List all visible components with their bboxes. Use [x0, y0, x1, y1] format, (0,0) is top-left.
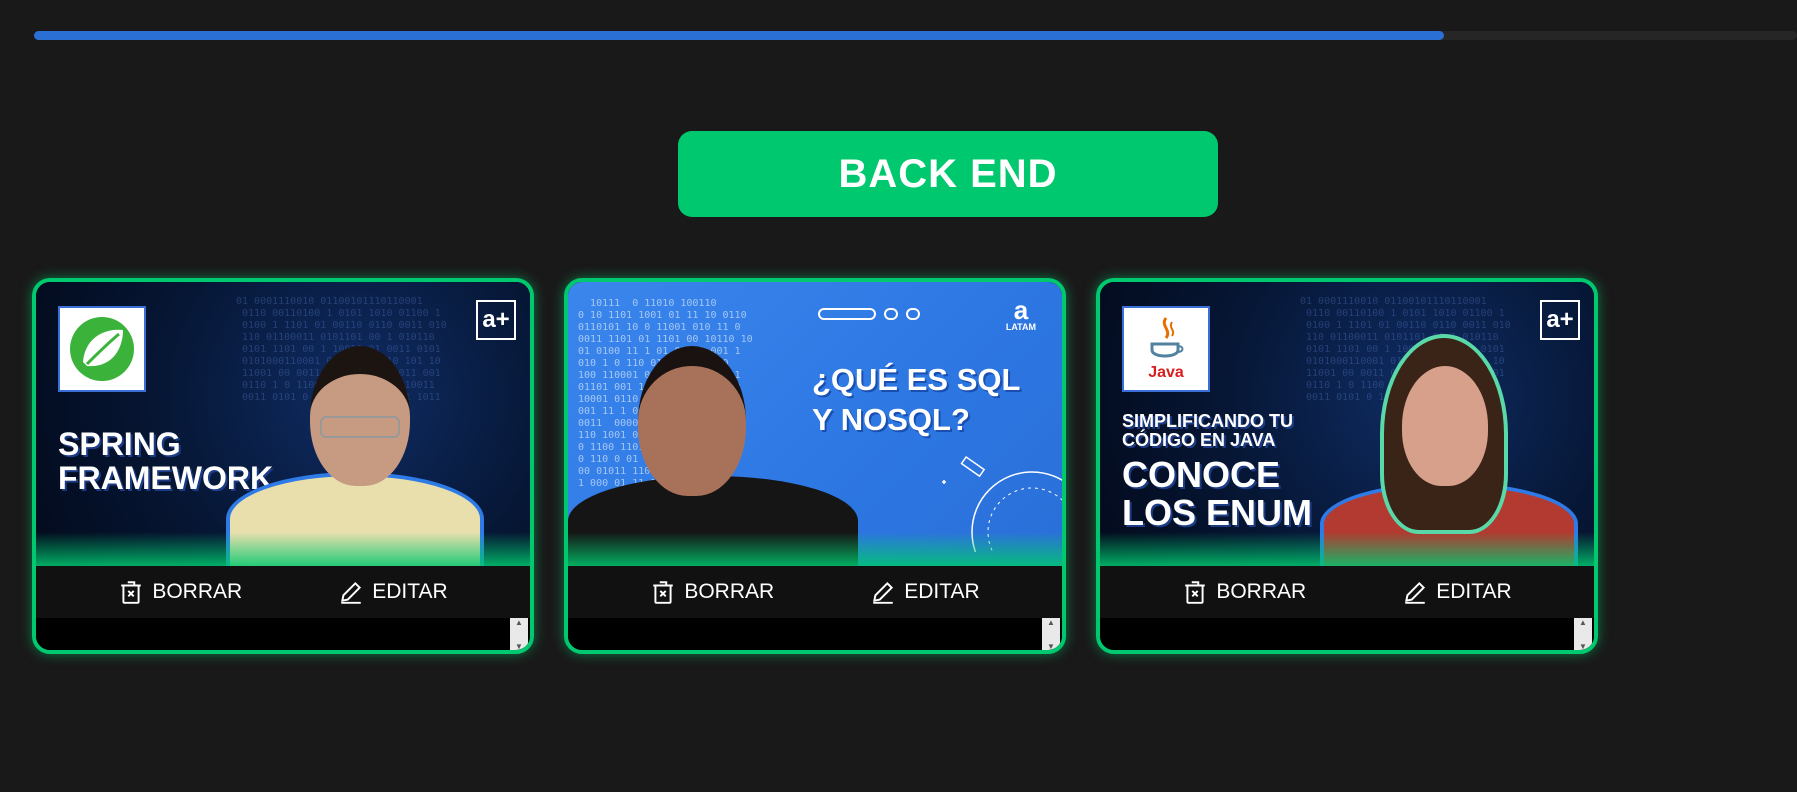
trash-icon [653, 581, 674, 604]
presenter-image [1320, 326, 1580, 566]
alura-plus-badge: a+ [1540, 300, 1580, 340]
spring-logo [58, 306, 146, 392]
edit-button[interactable]: EDITAR [870, 579, 980, 605]
trash-icon [121, 581, 142, 604]
card-actions: BORRAR EDITAR [1100, 566, 1594, 618]
scroll-down-arrow-icon[interactable]: ▼ [1047, 642, 1055, 650]
delete-label: BORRAR [1216, 580, 1307, 603]
thumbnail-subtitle: SIMPLIFICANDO TU CÓDIGO EN JAVA [1122, 411, 1293, 450]
edit-button[interactable]: EDITAR [338, 579, 448, 605]
edit-button[interactable]: EDITAR [1402, 579, 1512, 605]
alura-logo-mark: a [1013, 295, 1029, 325]
presenter-image [216, 316, 484, 566]
edit-label: EDITAR [1436, 580, 1512, 603]
textarea-scrollbar[interactable]: ▲ ▼ [510, 618, 528, 650]
video-thumbnail[interactable]: 01 0001110010 01100101110110001 0110 001… [1100, 282, 1594, 566]
textarea-scrollbar[interactable]: ▲ ▼ [1042, 618, 1060, 650]
spring-leaf-icon [70, 317, 134, 381]
video-card[interactable]: 01 0001110010 01100101110110001 0110 001… [1096, 278, 1598, 654]
scroll-progress-bar[interactable] [34, 31, 1797, 40]
java-logo: Java [1122, 306, 1210, 392]
trash-icon [1185, 581, 1206, 604]
delete-button[interactable]: BORRAR [1182, 579, 1306, 605]
category-title: BACK END [678, 131, 1218, 217]
thumbnail-glow [1100, 532, 1594, 566]
pencil-icon [1405, 581, 1426, 604]
delete-button[interactable]: BORRAR [118, 579, 242, 605]
scroll-progress-fill [34, 31, 1445, 40]
video-thumbnail[interactable]: 01 0001110010 01100101110110001 0110 001… [36, 282, 530, 566]
thumbnail-title: CONOCE LOS ENUM [1122, 454, 1313, 533]
pencil-icon [873, 581, 894, 604]
video-card[interactable]: 01 0001110010 01100101110110001 0110 001… [32, 278, 534, 654]
description-textarea[interactable]: ▲ ▼ [568, 618, 1062, 650]
video-thumbnail[interactable]: 10111 0 11010 100110 0 10 1101 1001 01 1… [568, 282, 1062, 566]
pencil-icon [341, 581, 362, 604]
card-actions: BORRAR EDITAR [568, 566, 1062, 618]
video-cards-row: 01 0001110010 01100101110110001 0110 001… [32, 278, 1598, 654]
delete-button[interactable]: BORRAR [650, 579, 774, 605]
scroll-up-arrow-icon[interactable]: ▲ [515, 618, 523, 628]
edit-label: EDITAR [904, 580, 980, 603]
scroll-up-arrow-icon[interactable]: ▲ [1047, 618, 1055, 628]
thumbnail-glow [568, 532, 1062, 566]
java-cup-icon [1150, 317, 1184, 358]
video-card[interactable]: 10111 0 11010 100110 0 10 1101 1001 01 1… [564, 278, 1066, 654]
delete-label: BORRAR [152, 580, 243, 603]
alura-plus-badge: a+ [476, 300, 516, 340]
scroll-down-arrow-icon[interactable]: ▼ [515, 642, 523, 650]
java-logo-text: Java [1148, 364, 1184, 381]
card-actions: BORRAR EDITAR [36, 566, 530, 618]
edit-label: EDITAR [372, 580, 448, 603]
textarea-scrollbar[interactable]: ▲ ▼ [1574, 618, 1592, 650]
latam-label: LATAM [1005, 322, 1036, 332]
alura-latam-logo: a LATAM [1005, 295, 1036, 332]
description-textarea[interactable]: ▲ ▼ [1100, 618, 1594, 650]
scroll-up-arrow-icon[interactable]: ▲ [1579, 618, 1587, 628]
thumbnail-glow [36, 532, 530, 566]
description-textarea[interactable]: ▲ ▼ [36, 618, 530, 650]
delete-label: BORRAR [684, 580, 775, 603]
scroll-down-arrow-icon[interactable]: ▼ [1579, 642, 1587, 650]
presenter-image [568, 316, 858, 566]
